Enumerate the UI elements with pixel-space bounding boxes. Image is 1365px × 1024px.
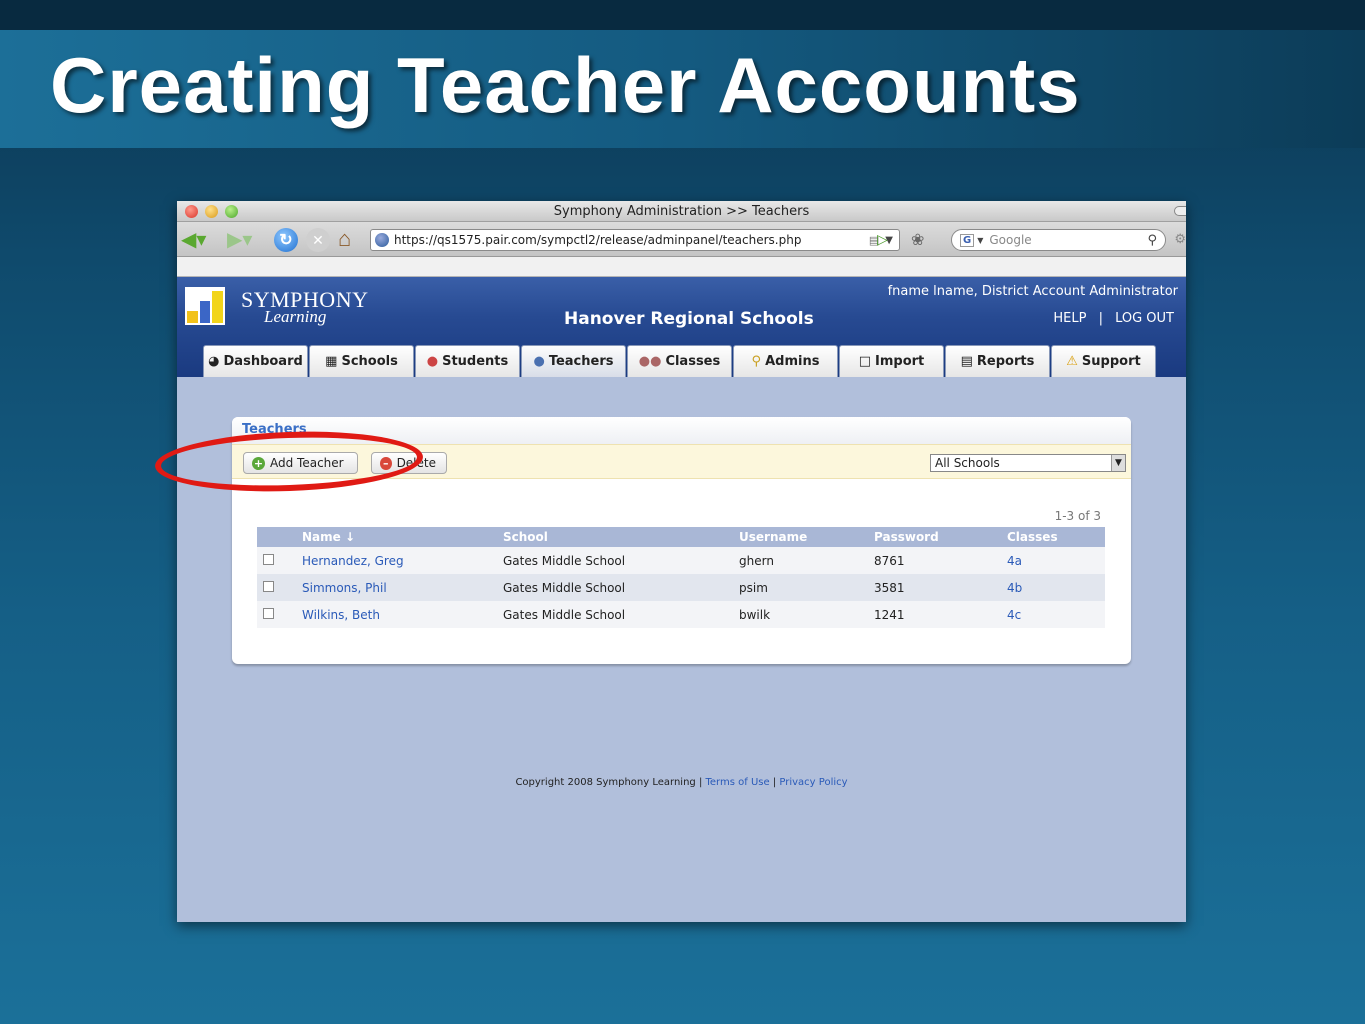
tab-teachers[interactable]: ● Teachers bbox=[521, 345, 626, 377]
tab-label: Reports bbox=[976, 354, 1035, 369]
help-link[interactable]: HELP bbox=[1053, 311, 1086, 326]
column-header-classes[interactable]: Classes bbox=[1007, 527, 1105, 547]
app-header: SYMPHONY Learning Hanover Regional Schoo… bbox=[177, 277, 1186, 377]
browser-toolbar: ◀▾ ▶▾ ↻ ✕ ⌂ https://qs1575.pair.com/symp… bbox=[177, 222, 1186, 257]
report-icon: ▤ bbox=[960, 354, 973, 369]
group-icon: ●● bbox=[638, 354, 662, 369]
gear-icon[interactable]: ⚙ bbox=[1174, 231, 1186, 247]
teachers-table: Name ↓ School Username Password Classes … bbox=[257, 527, 1105, 628]
page-footer: Copyright 2008 Symphony Learning | Terms… bbox=[177, 777, 1186, 788]
browser-window: Symphony Administration >> Teachers ◀▾ ▶… bbox=[177, 201, 1186, 922]
document-add-icon: □ bbox=[858, 354, 872, 369]
row-checkbox[interactable] bbox=[263, 607, 274, 619]
class-link[interactable]: 4a bbox=[1007, 554, 1022, 568]
toolbar-toggle-button[interactable] bbox=[1174, 206, 1186, 216]
tab-students[interactable]: ● Students bbox=[415, 345, 520, 377]
tab-label: Dashboard bbox=[223, 354, 303, 369]
organization-name: Hanover Regional Schools bbox=[564, 309, 814, 329]
search-engine-dropdown-icon[interactable]: ▼ bbox=[977, 236, 983, 245]
select-column-header bbox=[257, 527, 302, 547]
row-checkbox[interactable] bbox=[263, 553, 274, 565]
password-cell: 1241 bbox=[874, 601, 1007, 628]
search-placeholder: Google bbox=[989, 233, 1032, 247]
addon-icon[interactable]: ❀ bbox=[911, 230, 924, 250]
reload-icon[interactable]: ↻ bbox=[274, 228, 298, 252]
teacher-icon: ● bbox=[533, 354, 545, 369]
column-header-password[interactable]: Password bbox=[874, 527, 1007, 547]
tab-admins[interactable]: ⚲ Admins bbox=[733, 345, 838, 377]
gauge-icon: ◕ bbox=[208, 354, 220, 369]
window-titlebar: Symphony Administration >> Teachers bbox=[177, 201, 1186, 222]
terms-link[interactable]: Terms of Use bbox=[706, 777, 770, 788]
student-icon: ● bbox=[426, 354, 439, 369]
result-count: 1-3 of 3 bbox=[1054, 509, 1101, 523]
teacher-name-link[interactable]: Simmons, Phil bbox=[302, 581, 387, 595]
logo-subtitle: Learning bbox=[264, 307, 327, 326]
bookmarks-bar bbox=[177, 257, 1186, 277]
go-icon[interactable]: ▷ bbox=[877, 231, 888, 248]
stop-icon[interactable]: ✕ bbox=[306, 228, 330, 252]
column-header-username[interactable]: Username bbox=[739, 527, 874, 547]
row-checkbox[interactable] bbox=[263, 580, 274, 592]
class-link[interactable]: 4b bbox=[1007, 581, 1022, 595]
top-links: HELP | LOG OUT bbox=[1049, 311, 1178, 326]
tab-label: Admins bbox=[765, 354, 820, 369]
chevron-down-icon: ▼ bbox=[1111, 455, 1125, 471]
forward-arrow-icon[interactable]: ▶▾ bbox=[227, 227, 252, 251]
tab-reports[interactable]: ▤ Reports bbox=[945, 345, 1050, 377]
footer-separator: | bbox=[772, 777, 777, 788]
teacher-name-link[interactable]: Hernandez, Greg bbox=[302, 554, 404, 568]
tab-label: Teachers bbox=[548, 354, 614, 369]
url-text: https://qs1575.pair.com/sympctl2/release… bbox=[394, 233, 802, 247]
username-cell: ghern bbox=[739, 547, 874, 574]
tab-label: Schools bbox=[341, 354, 398, 369]
search-input[interactable]: G ▼ Google ⚲ bbox=[951, 229, 1166, 251]
logout-link[interactable]: LOG OUT bbox=[1115, 311, 1174, 326]
home-icon[interactable]: ⌂ bbox=[338, 226, 351, 251]
tab-import[interactable]: □ Import bbox=[839, 345, 944, 377]
school-cell: Gates Middle School bbox=[503, 601, 739, 628]
slide-top-band bbox=[0, 0, 1365, 30]
building-icon: ▦ bbox=[325, 354, 338, 369]
address-bar[interactable]: https://qs1575.pair.com/sympctl2/release… bbox=[370, 229, 900, 251]
table-row: Simmons, Phil Gates Middle School psim 3… bbox=[257, 574, 1105, 601]
tab-label: Import bbox=[875, 354, 925, 369]
privacy-link[interactable]: Privacy Policy bbox=[779, 777, 847, 788]
school-filter-value: All Schools bbox=[935, 456, 1000, 470]
key-icon: ⚲ bbox=[751, 354, 762, 369]
column-header-school[interactable]: School bbox=[503, 527, 739, 547]
user-info: fname lname, District Account Administra… bbox=[887, 284, 1178, 299]
symphony-logo-icon bbox=[185, 287, 225, 325]
tab-label: Classes bbox=[665, 354, 721, 369]
window-title: Symphony Administration >> Teachers bbox=[553, 204, 810, 219]
school-cell: Gates Middle School bbox=[503, 547, 739, 574]
main-tabs: ◕ Dashboard ▦ Schools ● Students ● Teach… bbox=[203, 345, 1157, 377]
class-link[interactable]: 4c bbox=[1007, 608, 1021, 622]
password-cell: 8761 bbox=[874, 547, 1007, 574]
search-icon[interactable]: ⚲ bbox=[1147, 233, 1157, 248]
google-logo-icon[interactable]: G bbox=[960, 233, 975, 247]
username-cell: bwilk bbox=[739, 601, 874, 628]
link-separator: | bbox=[1098, 311, 1103, 326]
warning-icon: ⚠ bbox=[1066, 354, 1078, 369]
tab-schools[interactable]: ▦ Schools bbox=[309, 345, 414, 377]
globe-icon bbox=[375, 233, 389, 247]
username-cell: psim bbox=[739, 574, 874, 601]
school-filter-select[interactable]: All Schools ▼ bbox=[930, 454, 1126, 472]
tab-label: Students bbox=[442, 354, 509, 369]
slide-title: Creating Teacher Accounts bbox=[50, 41, 1081, 129]
tab-label: Support bbox=[1081, 354, 1141, 369]
column-header-name[interactable]: Name ↓ bbox=[302, 527, 503, 547]
password-cell: 3581 bbox=[874, 574, 1007, 601]
teacher-name-link[interactable]: Wilkins, Beth bbox=[302, 608, 380, 622]
back-arrow-icon[interactable]: ◀▾ bbox=[181, 227, 206, 251]
copyright-text: Copyright 2008 Symphony Learning | bbox=[515, 777, 703, 788]
table-header-row: Name ↓ School Username Password Classes bbox=[257, 527, 1105, 547]
tab-dashboard[interactable]: ◕ Dashboard bbox=[203, 345, 308, 377]
tab-classes[interactable]: ●● Classes bbox=[627, 345, 732, 377]
school-cell: Gates Middle School bbox=[503, 574, 739, 601]
tab-support[interactable]: ⚠ Support bbox=[1051, 345, 1156, 377]
table-row: Wilkins, Beth Gates Middle School bwilk … bbox=[257, 601, 1105, 628]
table-row: Hernandez, Greg Gates Middle School gher… bbox=[257, 547, 1105, 574]
